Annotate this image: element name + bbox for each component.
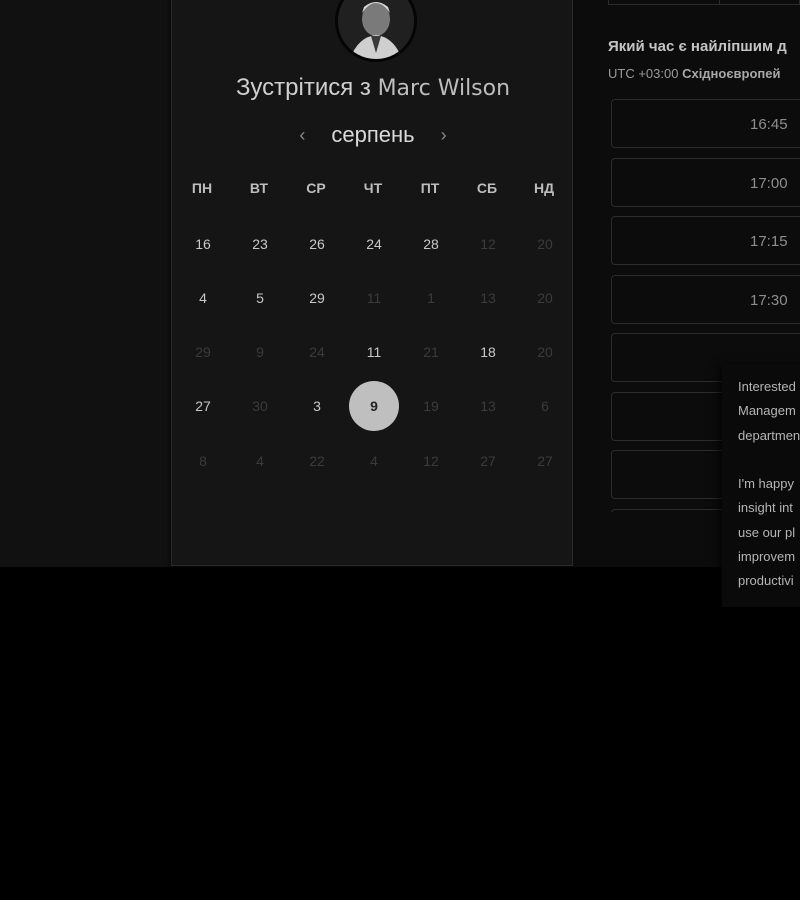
calendar-day: 21 <box>423 344 439 360</box>
calendar-day: 11 <box>366 290 382 306</box>
calendar-day[interactable]: 11 <box>349 327 399 377</box>
calendar-day[interactable]: 16 <box>178 219 228 269</box>
weekday-fri: ПТ <box>420 180 440 196</box>
calendar-day: 19 <box>423 398 439 414</box>
weekday-thu: ЧТ <box>363 180 383 196</box>
calendar-day: 27 <box>537 453 553 469</box>
calendar-day: 20 <box>537 236 553 252</box>
calendar-day: 13 <box>480 398 496 414</box>
chat-line: insight int <box>738 500 793 516</box>
time-slot-label: 17:00 <box>750 174 788 192</box>
calendar-day: 4 <box>370 453 378 469</box>
meeting-title: Зустрітися з Marc Wilson <box>172 74 574 102</box>
calendar-day: 1 <box>427 290 435 306</box>
calendar-day: 27 <box>480 453 496 469</box>
time-slot[interactable]: 16:45 <box>611 99 800 148</box>
calendar-grid: 16 23 26 24 28 12 20 4 5 29 11 1 13 20 29 9 24 11 21 18 20 27… <box>174 216 574 488</box>
timezone-label: UTC +03:00 Східноєвропей <box>608 66 780 81</box>
weekday-sun: НД <box>533 180 555 196</box>
calendar-day: 6 <box>541 398 549 414</box>
next-month-icon[interactable]: › <box>437 125 451 146</box>
calendar-day[interactable]: 23 <box>235 219 285 269</box>
calendar-day: 22 <box>309 453 325 469</box>
calendar-day[interactable]: 29 <box>292 273 342 323</box>
calendar-day: 12 <box>423 453 439 469</box>
calendar-day: 29 <box>195 344 211 360</box>
chat-line: improvem <box>738 549 796 565</box>
time-question: Який час є найліпшим д <box>608 38 787 55</box>
calendar-day[interactable]: 26 <box>292 219 342 269</box>
time-slot[interactable]: 17:00 <box>611 157 800 207</box>
timezone-offset: UTC +03:00 <box>608 66 679 81</box>
chat-line: Managem <box>738 403 796 419</box>
calendar-day[interactable]: 5 <box>235 273 285 323</box>
host-name: Marc Wilson <box>377 76 511 101</box>
calendar-day[interactable]: 28 <box>406 219 456 269</box>
weekday-sat: СБ <box>476 180 498 196</box>
tab-divider <box>719 0 720 4</box>
month-navigation: ‹ серпень › <box>172 120 574 150</box>
chat-message: Interested Managem departmen I'm happy insig… <box>738 375 800 594</box>
chat-line: departmen <box>738 427 800 443</box>
lower-backdrop <box>0 567 800 900</box>
weekday-wed: СР <box>306 180 326 196</box>
calendar-day: 4 <box>256 453 264 469</box>
weekday-mon: ПН <box>191 180 213 196</box>
calendar-day[interactable]: 4 <box>178 273 228 323</box>
time-slot-label: 17:30 <box>750 291 788 309</box>
chat-line: use our pl <box>738 524 796 540</box>
weekday-header: ПН ВТ СР ЧТ ПТ СБ НД <box>174 180 574 200</box>
calendar-day[interactable]: 24 <box>349 219 399 269</box>
chat-popup: Interested Managem departmen I'm happy insig… <box>722 364 800 607</box>
chat-line: Interested <box>738 379 796 394</box>
month-label: серпень <box>331 122 415 147</box>
calendar-day[interactable]: 27 <box>178 381 228 431</box>
calendar-day-selected[interactable]: 9 <box>349 381 399 431</box>
top-tabs <box>608 0 800 5</box>
calendar-day[interactable]: 3 <box>292 381 342 431</box>
time-slot-label: 16:45 <box>750 116 788 133</box>
calendar-day: 13 <box>480 290 496 306</box>
calendar-day[interactable]: 18 <box>463 327 513 377</box>
time-slot[interactable]: 17:15 <box>611 216 800 265</box>
chat-line: I'm happy <box>738 476 794 492</box>
calendar-day: 9 <box>256 344 264 360</box>
calendar-day: 24 <box>309 344 325 360</box>
calendar-day: 8 <box>199 453 207 469</box>
time-slot-label: 17:15 <box>750 233 788 250</box>
time-slot[interactable]: 17:30 <box>611 274 800 324</box>
prev-month-icon[interactable]: ‹ <box>295 125 309 146</box>
chat-line <box>738 448 800 472</box>
meeting-title-prefix: Зустрітися з <box>235 74 371 101</box>
calendar-day: 30 <box>252 398 268 414</box>
timezone-name: Східноєвропей <box>682 66 781 81</box>
chat-line: productivi <box>738 573 794 589</box>
weekday-tue: ВТ <box>249 180 269 196</box>
calendar-day: 12 <box>480 236 496 252</box>
calendar-day: 20 <box>537 344 553 360</box>
calendar-day: 20 <box>537 290 553 306</box>
